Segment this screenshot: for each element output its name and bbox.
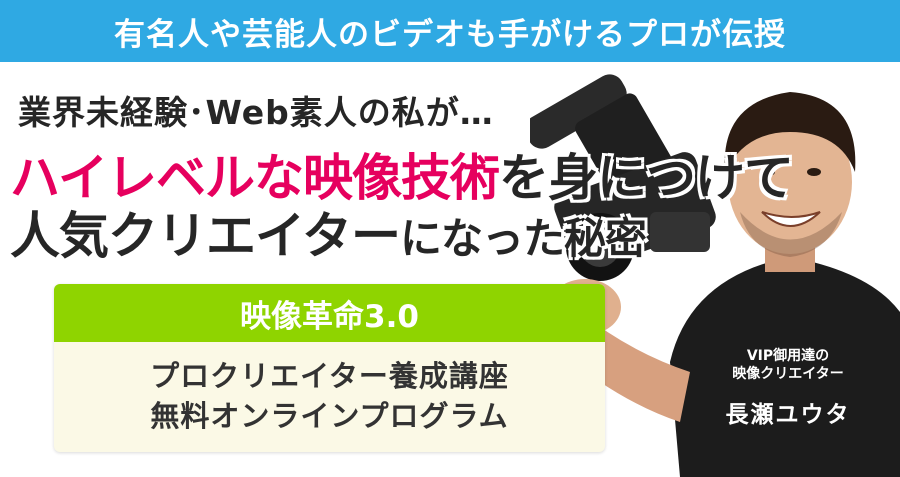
presenter-name: 長瀬ユウタ [725, 402, 851, 428]
program-body: プロクリエイター養成講座 無料オンラインプログラム [54, 342, 605, 436]
presenter-title-line-1: VIP御用達の [746, 348, 830, 364]
program-title: 映像革命3.0 [240, 298, 419, 335]
presenter-caption: VIP御用達の 映像クリエイター 長瀬ユウタ [688, 347, 888, 429]
top-banner: 有名人や芸能人のビデオも手がけるプロが伝授 [0, 0, 900, 62]
headline-line-3-rest: になった秘密 [400, 214, 647, 263]
program-title-bar: 映像革命3.0 [54, 284, 605, 342]
program-line-2: 無料オンラインプログラム [150, 399, 509, 433]
program-box: 映像革命3.0 プロクリエイター養成講座 無料オンラインプログラム [54, 284, 605, 452]
headline-line-3: 人気クリエイターになった秘密 [10, 196, 647, 268]
presenter-title-line-2: 映像クリエイター [732, 366, 844, 382]
program-line-1: プロクリエイター養成講座 [150, 359, 509, 393]
headline-line-1: 業界未経験･Web素人の私が… [18, 93, 494, 132]
headline-line-3-main: 人気クリエイター [10, 207, 401, 265]
banner-text: 有名人や芸能人のビデオも手がけるプロが伝授 [114, 16, 786, 53]
